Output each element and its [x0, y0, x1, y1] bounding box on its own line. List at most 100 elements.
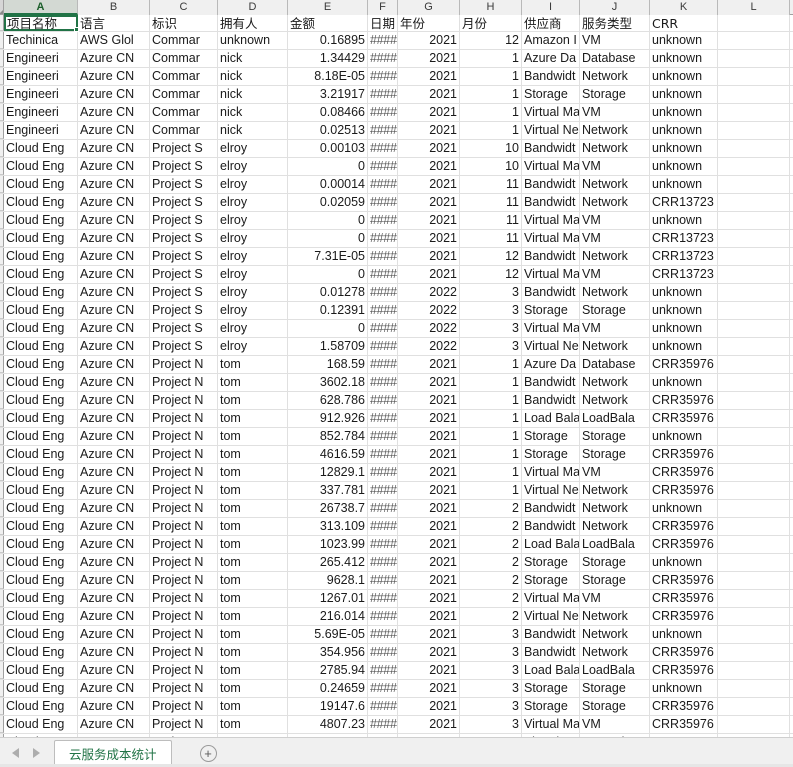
data-cell[interactable] [718, 428, 790, 445]
data-cell[interactable]: ###### [368, 626, 398, 643]
data-cell[interactable]: Project N [150, 410, 218, 427]
data-cell[interactable]: 3 [460, 284, 522, 301]
data-cell[interactable]: Storage [522, 554, 580, 571]
data-cell[interactable]: 3 [460, 716, 522, 733]
data-cell[interactable]: 2021 [398, 446, 460, 463]
column-header-h[interactable]: H [460, 0, 522, 15]
data-cell[interactable]: 0.00103 [288, 140, 368, 157]
data-cell[interactable]: Project N [150, 518, 218, 535]
data-cell[interactable]: ###### [368, 176, 398, 193]
data-cell[interactable]: Cloud Eng [4, 140, 78, 157]
data-cell[interactable]: Cloud Eng [4, 698, 78, 715]
data-cell[interactable]: Cloud Eng [4, 356, 78, 373]
data-cell[interactable]: Commar [150, 50, 218, 67]
data-cell[interactable]: 2021 [398, 248, 460, 265]
data-cell[interactable]: elroy [218, 284, 288, 301]
data-cell[interactable]: unknown [650, 626, 718, 643]
data-cell[interactable]: Project S [150, 230, 218, 247]
data-cell[interactable]: 12829.1 [288, 464, 368, 481]
data-cell[interactable]: ###### [368, 194, 398, 211]
data-cell[interactable]: ###### [368, 554, 398, 571]
header-cell[interactable]: 语言 [78, 15, 150, 31]
data-cell[interactable]: elroy [218, 176, 288, 193]
data-cell[interactable]: Virtual Ma [522, 158, 580, 175]
header-cell[interactable]: 年份 [398, 15, 460, 31]
data-cell[interactable]: 1 [460, 356, 522, 373]
data-cell[interactable]: ###### [368, 266, 398, 283]
data-cell[interactable]: Cloud Eng [4, 212, 78, 229]
data-cell[interactable]: ###### [368, 410, 398, 427]
data-cell[interactable]: Project S [150, 176, 218, 193]
data-cell[interactable]: Storage [522, 428, 580, 445]
data-cell[interactable]: Database [580, 356, 650, 373]
data-cell[interactable] [718, 86, 790, 103]
data-cell[interactable]: Azure CN [78, 716, 150, 733]
data-cell[interactable]: tom [218, 518, 288, 535]
data-cell[interactable]: 10 [460, 140, 522, 157]
data-cell[interactable]: Storage [522, 698, 580, 715]
data-cell[interactable]: Cloud Eng [4, 446, 78, 463]
data-cell[interactable]: unknown [650, 554, 718, 571]
column-header-c[interactable]: C [150, 0, 218, 15]
data-cell[interactable]: Bandwidt [522, 644, 580, 661]
data-cell[interactable]: Cloud Eng [4, 716, 78, 733]
data-cell[interactable]: tom [218, 536, 288, 553]
data-cell[interactable]: Azure Da [522, 50, 580, 67]
data-cell[interactable]: Load Bala [522, 662, 580, 679]
data-cell[interactable]: Commar [150, 86, 218, 103]
data-cell[interactable]: 0 [288, 266, 368, 283]
data-cell[interactable]: tom [218, 590, 288, 607]
data-cell[interactable]: Cloud Eng [4, 374, 78, 391]
data-cell[interactable]: 2 [460, 518, 522, 535]
data-cell[interactable]: unknown [650, 68, 718, 85]
data-cell[interactable]: 1 [460, 122, 522, 139]
data-cell[interactable]: CRR35976 [650, 536, 718, 553]
data-cell[interactable] [718, 176, 790, 193]
data-cell[interactable]: Project N [150, 464, 218, 481]
data-cell[interactable]: Network [580, 122, 650, 139]
data-cell[interactable]: Bandwidt [522, 140, 580, 157]
data-cell[interactable] [718, 446, 790, 463]
data-cell[interactable]: 3 [460, 680, 522, 697]
data-cell[interactable]: 3 [460, 662, 522, 679]
data-cell[interactable]: Storage [522, 446, 580, 463]
data-cell[interactable]: 3 [460, 338, 522, 355]
data-cell[interactable]: Azure CN [78, 608, 150, 625]
data-cell[interactable]: 10 [460, 158, 522, 175]
data-cell[interactable]: Azure CN [78, 158, 150, 175]
data-cell[interactable]: 9628.1 [288, 572, 368, 589]
data-cell[interactable]: 3.21917 [288, 86, 368, 103]
data-cell[interactable]: Network [580, 626, 650, 643]
data-cell[interactable]: CRR35976 [650, 662, 718, 679]
data-cell[interactable]: ###### [368, 356, 398, 373]
data-cell[interactable]: Bandwidt [522, 392, 580, 409]
data-cell[interactable]: Project N [150, 500, 218, 517]
data-cell[interactable]: 2021 [398, 536, 460, 553]
data-cell[interactable]: CRR13723 [650, 266, 718, 283]
data-cell[interactable]: 354.956 [288, 644, 368, 661]
data-cell[interactable]: 1 [460, 374, 522, 391]
data-cell[interactable]: 628.786 [288, 392, 368, 409]
data-cell[interactable]: 1 [460, 464, 522, 481]
data-cell[interactable]: Network [580, 194, 650, 211]
data-cell[interactable]: Network [580, 248, 650, 265]
data-cell[interactable]: tom [218, 392, 288, 409]
data-cell[interactable]: Azure CN [78, 410, 150, 427]
data-cell[interactable]: Azure CN [78, 428, 150, 445]
data-cell[interactable]: ###### [368, 338, 398, 355]
data-cell[interactable]: 1267.01 [288, 590, 368, 607]
data-cell[interactable]: Virtual Ma [522, 230, 580, 247]
data-cell[interactable]: VM [580, 464, 650, 481]
column-header-e[interactable]: E [288, 0, 368, 15]
data-cell[interactable]: Cloud Eng [4, 590, 78, 607]
sheet-tab-active[interactable]: 云服务成本统计 [54, 740, 172, 767]
data-cell[interactable]: 2021 [398, 662, 460, 679]
data-cell[interactable]: 2021 [398, 374, 460, 391]
data-cell[interactable]: 0.24659 [288, 680, 368, 697]
data-cell[interactable]: Azure Da [522, 356, 580, 373]
data-cell[interactable] [718, 302, 790, 319]
data-cell[interactable]: 2021 [398, 140, 460, 157]
data-cell[interactable]: Cloud Eng [4, 518, 78, 535]
data-cell[interactable]: Bandwidt [522, 68, 580, 85]
data-cell[interactable] [718, 50, 790, 67]
